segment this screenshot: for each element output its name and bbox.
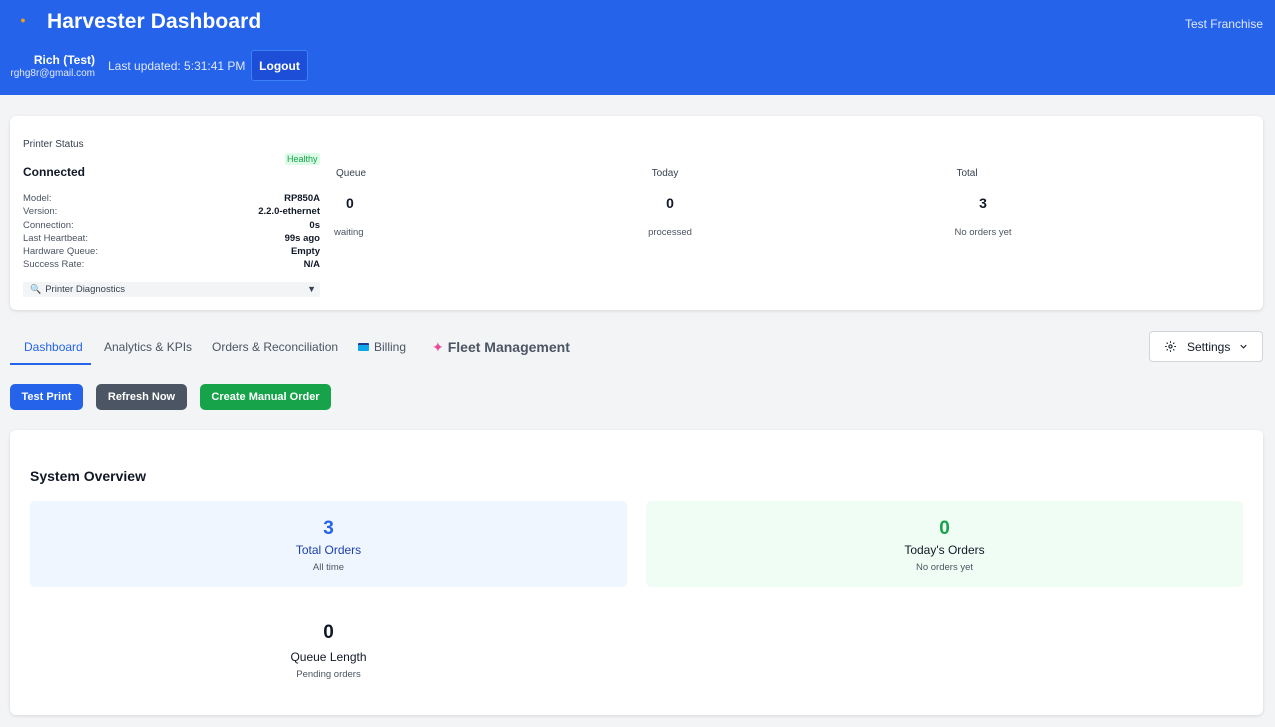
system-overview-card: System Overview 3 Total Orders All time … xyxy=(10,430,1263,715)
detail-row: Success Rate: N/A xyxy=(23,258,320,271)
todays-orders-tile: 0 Today's Orders No orders yet xyxy=(646,501,1243,587)
tab-dashboard[interactable]: Dashboard xyxy=(24,340,83,354)
user-email: rghg8r@gmail.com xyxy=(10,68,95,79)
total-orders-tile: 3 Total Orders All time xyxy=(30,501,627,587)
magnifier-icon: 🔍 xyxy=(30,284,42,294)
tab-fleet-management[interactable]: ✦ Fleet Management xyxy=(432,339,570,356)
tab-billing[interactable]: Billing xyxy=(358,340,406,354)
settings-label: Settings xyxy=(1187,340,1231,354)
last-updated: Last updated: 5:31:41 PM xyxy=(108,59,246,73)
tile-label: Today's Orders xyxy=(904,543,985,557)
detail-value: N/A xyxy=(303,259,320,271)
detail-row: Version: 2.2.0-ethernet xyxy=(23,205,320,218)
credit-card-icon xyxy=(358,342,369,351)
tile-sub: Pending orders xyxy=(296,669,361,680)
create-manual-order-button[interactable]: Create Manual Order xyxy=(200,384,331,410)
detail-value: 2.2.0-ethernet xyxy=(258,206,320,218)
chevron-down-icon xyxy=(1240,344,1247,349)
detail-value: 99s ago xyxy=(284,232,320,244)
stat-value: 3 xyxy=(979,195,987,211)
detail-row: Model: RP850A xyxy=(23,192,320,205)
app-header: ● Harvester Dashboard Test Franchise Ric… xyxy=(0,0,1275,95)
rocket-icon: ✦ xyxy=(432,339,444,355)
tab-label: Fleet Management xyxy=(447,339,570,355)
tab-analytics[interactable]: Analytics & KPIs xyxy=(104,340,192,354)
detail-key: Success Rate: xyxy=(23,259,85,271)
tile-sub: No orders yet xyxy=(915,562,974,573)
user-name: Rich (Test) xyxy=(33,53,95,67)
detail-key: Model: xyxy=(23,193,52,204)
caret-down-icon: ▼ xyxy=(307,284,316,294)
printer-details: Model: RP850A Version: 2.2.0-ethernet Conn… xyxy=(23,192,320,272)
detail-key: Hardware Queue: xyxy=(23,246,98,258)
detail-row: Last Heartbeat: 99s ago xyxy=(23,232,320,245)
stat-sub: No orders yet xyxy=(954,227,1012,238)
tile-label: Queue Length xyxy=(290,650,367,664)
status-badge: Healthy xyxy=(285,153,320,165)
today-stat: Today 0 processed xyxy=(510,168,820,238)
tile-value: 0 xyxy=(939,518,950,539)
total-stat: Total 3 No orders yet xyxy=(812,168,1122,238)
detail-row: Hardware Queue: Empty xyxy=(23,245,320,258)
queue-length-tile: 0 Queue Length Pending orders xyxy=(30,622,627,708)
diagnostics-label: Printer Diagnostics xyxy=(45,284,125,295)
detail-key: Last Heartbeat: xyxy=(23,232,88,244)
printer-status-card: Printer Status Healthy Connected Model: R… xyxy=(10,116,1263,310)
app-title: Harvester Dashboard xyxy=(47,10,262,33)
detail-value: Empty xyxy=(290,246,320,258)
tab-orders[interactable]: Orders & Reconciliation xyxy=(212,340,338,354)
connection-state: Connected xyxy=(23,165,86,179)
detail-row: Connection: 0s xyxy=(23,219,320,232)
settings-dropdown[interactable]: Settings xyxy=(1149,331,1263,362)
stat-label: Today xyxy=(651,168,679,179)
gear-icon xyxy=(1165,341,1176,352)
section-title: System Overview xyxy=(30,468,146,484)
logo-icon: ● xyxy=(20,15,26,25)
detail-key: Version: xyxy=(23,206,58,218)
tab-label: Billing xyxy=(374,340,407,354)
detail-value: 0s xyxy=(309,219,320,231)
detail-value: RP850A xyxy=(284,193,320,204)
refresh-now-button[interactable]: Refresh Now xyxy=(96,384,187,410)
logout-button[interactable]: Logout xyxy=(251,50,308,81)
tile-value: 0 xyxy=(323,622,334,643)
tile-label: Total Orders xyxy=(295,543,362,557)
franchise-name: Test Franchise xyxy=(1184,17,1263,31)
stat-sub: processed xyxy=(648,227,692,238)
tile-sub: All time xyxy=(312,562,345,573)
detail-key: Connection: xyxy=(23,219,74,231)
active-tab-indicator xyxy=(10,363,91,365)
tile-value: 3 xyxy=(323,518,334,539)
stat-value: 0 xyxy=(666,195,674,211)
stat-label: Total xyxy=(956,168,978,179)
test-print-button[interactable]: Test Print xyxy=(10,384,83,410)
printer-status-title: Printer Status xyxy=(23,139,84,150)
printer-diagnostics-toggle[interactable]: 🔍 Printer Diagnostics ▼ xyxy=(23,282,320,297)
